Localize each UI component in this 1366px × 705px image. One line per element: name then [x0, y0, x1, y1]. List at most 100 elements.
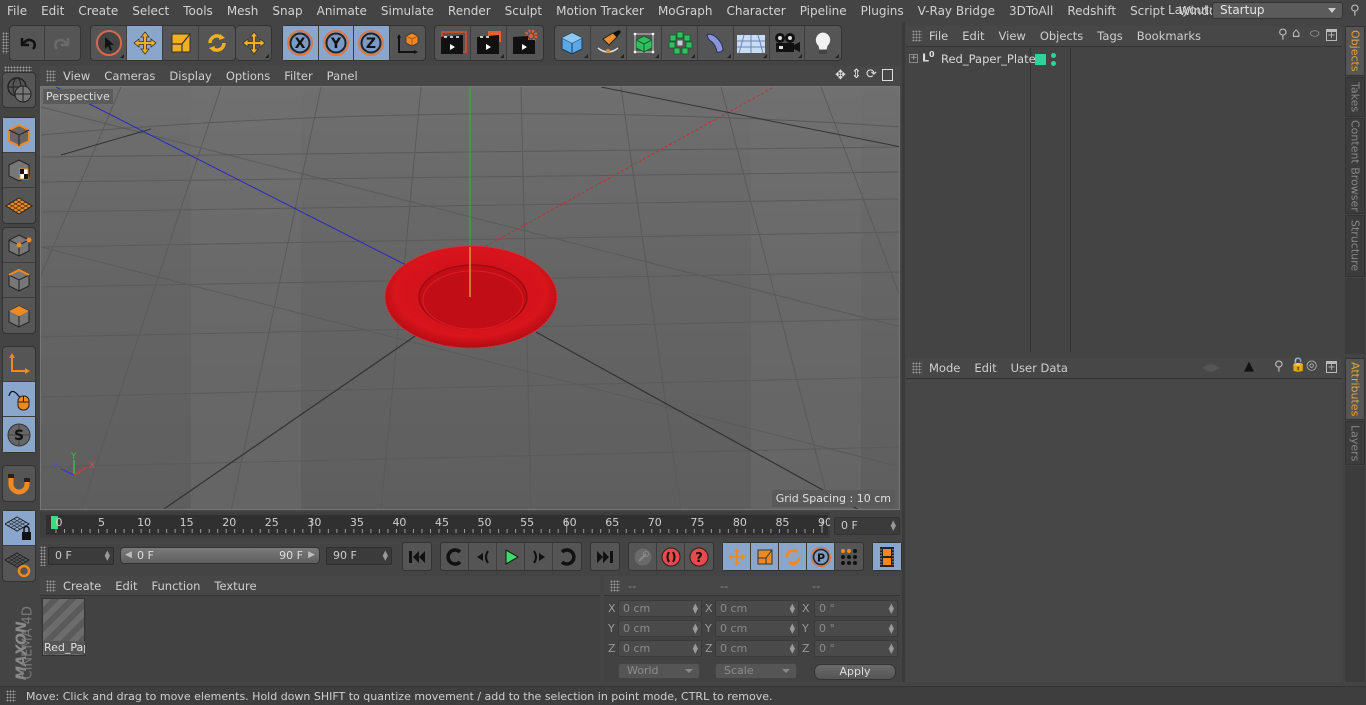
- object-menu-edit[interactable]: Edit: [955, 29, 991, 43]
- viewport-menu-view[interactable]: View: [56, 69, 97, 83]
- object-menu-bookmarks[interactable]: Bookmarks: [1130, 29, 1208, 43]
- previous-frame-button[interactable]: [469, 543, 497, 570]
- render-view-button[interactable]: [435, 26, 471, 60]
- menu-create[interactable]: Create: [71, 4, 125, 18]
- go-to-start-button[interactable]: [403, 543, 431, 570]
- status-grip[interactable]: [6, 690, 16, 702]
- rotation-y-field[interactable]: 0 ° ▲ ▼: [814, 620, 898, 637]
- target-icon[interactable]: ◎: [1306, 358, 1317, 373]
- tab-attributes[interactable]: Attributes: [1345, 358, 1365, 420]
- object-menu-objects[interactable]: Objects: [1033, 29, 1090, 43]
- end-frame-field[interactable]: 90 F ▲ ▼: [326, 547, 392, 565]
- menu-file[interactable]: File: [0, 4, 34, 18]
- current-frame-field[interactable]: 0 F ▲ ▼: [834, 517, 900, 535]
- viewport-menu-cameras[interactable]: Cameras: [97, 69, 162, 83]
- back-forward-icon[interactable]: ◀▶: [1202, 360, 1220, 374]
- key-scale-button[interactable]: [751, 543, 779, 570]
- viewport-menu-options[interactable]: Options: [219, 69, 277, 83]
- material-menu-create[interactable]: Create: [56, 579, 108, 593]
- rotate-tool-button[interactable]: [199, 26, 235, 60]
- menu-3dtoall[interactable]: 3DToAll: [1002, 4, 1060, 18]
- timeline-ruler[interactable]: 0 5 10 15 20 25 30 35 40 45 50 55 60 65 70 75 80 85 90: [40, 512, 830, 538]
- viewport-menu-panel[interactable]: Panel: [320, 69, 365, 83]
- object-menu-file[interactable]: File: [922, 29, 955, 43]
- render-visibility-dot[interactable]: [1051, 61, 1056, 66]
- planar-workplane-button[interactable]: [3, 546, 35, 581]
- search-icon[interactable]: ⚲: [1350, 3, 1360, 18]
- menu-vray-bridge[interactable]: V-Ray Bridge: [911, 4, 1002, 18]
- controls-grip[interactable]: [40, 546, 46, 566]
- key-pla-button[interactable]: [835, 543, 863, 570]
- layout-select[interactable]: Startup: [1212, 2, 1343, 19]
- previous-key-button[interactable]: [441, 543, 469, 570]
- rotation-z-field[interactable]: 0 ° ▲ ▼: [814, 640, 898, 657]
- menu-plugins[interactable]: Plugins: [854, 4, 911, 18]
- next-frame-button[interactable]: [525, 543, 553, 570]
- new-panel-icon[interactable]: +: [1326, 29, 1337, 41]
- menu-sculpt[interactable]: Sculpt: [498, 4, 549, 18]
- material-grip[interactable]: [46, 579, 56, 592]
- material-menu-edit[interactable]: Edit: [108, 579, 144, 593]
- viewport-grip[interactable]: [46, 70, 56, 82]
- y-axis-lock-button[interactable]: Y: [318, 26, 354, 60]
- key-parameter-button[interactable]: P: [807, 543, 835, 570]
- edges-mode-button[interactable]: [3, 263, 35, 298]
- search-icon[interactable]: ⚲: [1274, 359, 1284, 374]
- viewport-dolly-icon[interactable]: ⇕: [851, 67, 862, 82]
- next-key-button[interactable]: [553, 543, 581, 570]
- position-z-field[interactable]: 0 cm ▲ ▼: [618, 640, 702, 657]
- menu-mesh[interactable]: Mesh: [220, 4, 266, 18]
- size-x-field[interactable]: 0 cm ▲ ▼: [715, 600, 799, 617]
- coordinate-mode-select[interactable]: World: [618, 663, 700, 679]
- position-x-field[interactable]: 0 cm ▲ ▼: [618, 600, 702, 617]
- viewport-orbit-icon[interactable]: ⟳: [866, 67, 877, 82]
- viewport-menu-display[interactable]: Display: [162, 69, 218, 83]
- coordinates-grip[interactable]: [610, 579, 620, 592]
- eye-icon[interactable]: ⬭: [1310, 27, 1319, 41]
- last-tool-button[interactable]: [236, 26, 271, 60]
- tab-layers[interactable]: Layers: [1345, 421, 1365, 465]
- workplane-mode-button[interactable]: [3, 188, 35, 223]
- panel-divider[interactable]: [902, 22, 905, 682]
- tab-takes[interactable]: Takes: [1345, 77, 1365, 117]
- play-button[interactable]: [497, 543, 525, 570]
- menu-motion-tracker[interactable]: Motion Tracker: [549, 4, 651, 18]
- z-axis-lock-button[interactable]: Z: [354, 26, 390, 60]
- points-mode-button[interactable]: [3, 228, 35, 263]
- navigate-up-icon[interactable]: ▲: [1244, 359, 1254, 374]
- search-icon[interactable]: ⚲: [1278, 27, 1288, 42]
- autokey-button[interactable]: [657, 543, 685, 570]
- undo-button[interactable]: [10, 26, 46, 60]
- subdivision-surface-button[interactable]: [627, 26, 663, 60]
- viewport-solo-button[interactable]: [2, 72, 36, 108]
- polygons-mode-button[interactable]: [3, 298, 35, 333]
- render-to-picture-viewer-button[interactable]: [471, 26, 507, 60]
- size-y-field[interactable]: 0 cm ▲ ▼: [715, 620, 799, 637]
- viewport-3d[interactable]: Y Z X Perspective Grid Spacing : 10 cm: [40, 86, 900, 510]
- menu-character[interactable]: Character: [719, 4, 792, 18]
- redo-button[interactable]: [45, 26, 80, 60]
- timeline-window-button[interactable]: [873, 543, 901, 570]
- key-rotation-button[interactable]: [779, 543, 807, 570]
- material-menu-function[interactable]: Function: [145, 579, 208, 593]
- axis-mode-button[interactable]: [3, 347, 35, 382]
- object-menu-view[interactable]: View: [992, 29, 1033, 43]
- viewport-maximize-icon[interactable]: [882, 69, 893, 81]
- keyframe-selection-button[interactable]: ?: [685, 543, 713, 570]
- frame-range-slider[interactable]: ◀ 0 F 90 F ▶: [120, 547, 320, 564]
- menu-pipeline[interactable]: Pipeline: [793, 4, 854, 18]
- magnet-button[interactable]: [3, 466, 35, 501]
- menu-animate[interactable]: Animate: [310, 4, 374, 18]
- size-mode-select[interactable]: Scale: [715, 663, 797, 679]
- attribute-menu-mode[interactable]: Mode: [922, 361, 967, 375]
- locked-workplane-button[interactable]: [3, 511, 35, 546]
- range-left-handle-icon[interactable]: ◀: [125, 548, 132, 563]
- position-y-field[interactable]: 0 cm ▲ ▼: [618, 620, 702, 637]
- tab-structure[interactable]: Structure: [1345, 215, 1365, 277]
- red-paper-plate-object[interactable]: [384, 245, 558, 349]
- rotation-x-field[interactable]: 0 ° ▲ ▼: [814, 600, 898, 617]
- new-panel-icon[interactable]: +: [1326, 361, 1337, 373]
- menu-select[interactable]: Select: [125, 4, 176, 18]
- key-position-button[interactable]: [723, 543, 751, 570]
- attribute-menu-edit[interactable]: Edit: [967, 361, 1003, 375]
